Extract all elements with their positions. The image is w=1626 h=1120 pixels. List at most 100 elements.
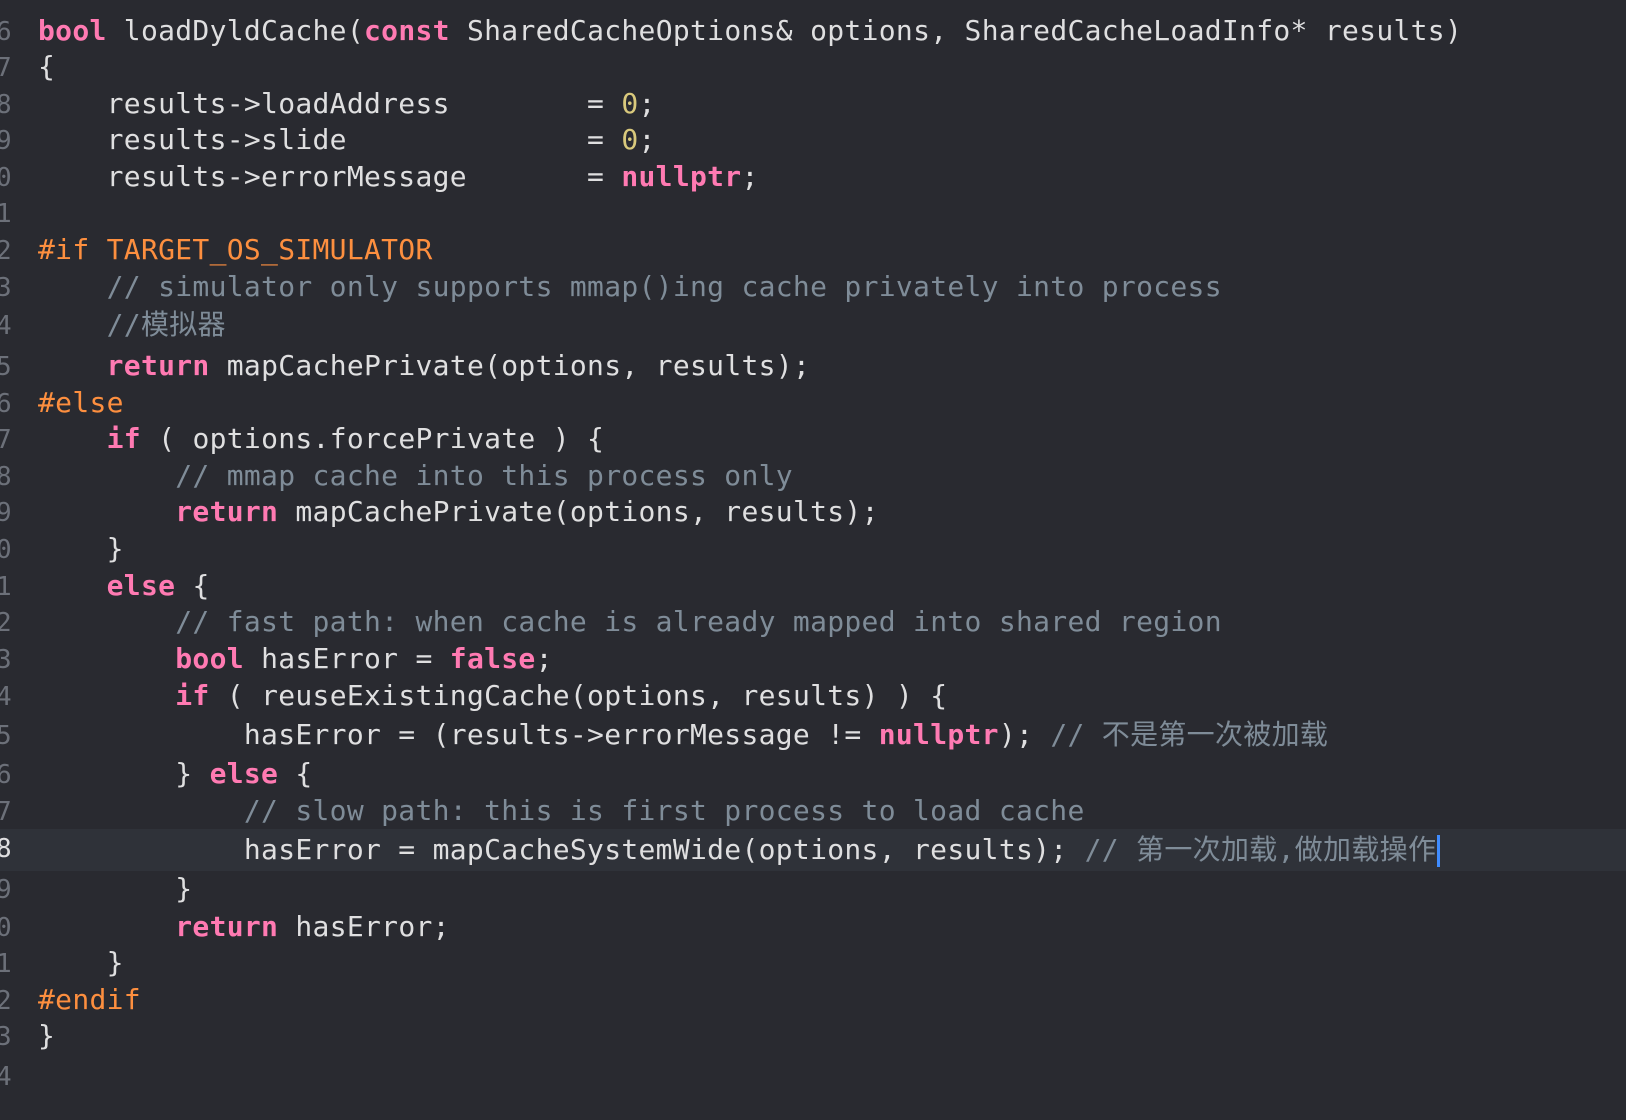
code-line[interactable]: 8 results->loadAddress = 0;	[0, 85, 1626, 123]
keyword-token: if	[106, 422, 141, 455]
keyword-token: false	[449, 642, 536, 675]
code-text: bool hasError = false;	[38, 640, 553, 678]
code-line[interactable]: 7 // slow path: this is first process to…	[0, 792, 1626, 830]
code-token: results->errorMessage =	[38, 160, 622, 193]
code-line[interactable]: 0 }	[0, 530, 1626, 568]
code-line[interactable]: 4	[0, 1057, 1626, 1095]
code-line[interactable]: 1 else {	[0, 567, 1626, 605]
code-line[interactable]: 7{	[0, 48, 1626, 86]
code-text: }	[38, 944, 124, 982]
code-line[interactable]: 2 #endif	[0, 981, 1626, 1019]
code-line[interactable]: 3 // simulator only supports mmap()ing c…	[0, 268, 1626, 306]
code-text: return mapCachePrivate(options, results)…	[38, 347, 810, 385]
line-number: 9	[0, 498, 12, 528]
code-text: #if TARGET_OS_SIMULATOR	[38, 231, 433, 269]
code-token: ;	[741, 160, 759, 193]
code-line[interactable]: 3 bool hasError = false;	[0, 640, 1626, 678]
line-number: 9	[0, 875, 12, 905]
keyword-token: nullptr	[621, 160, 742, 193]
code-line[interactable]: 2 #if TARGET_OS_SIMULATOR	[0, 231, 1626, 269]
line-number: 1	[0, 199, 12, 229]
code-text: #else	[38, 384, 124, 422]
code-line[interactable]: 4 //模拟器	[0, 306, 1626, 344]
preprocessor-token: #else	[38, 386, 124, 419]
code-token: loadDyldCache(	[106, 14, 365, 47]
code-text: return hasError;	[38, 908, 450, 946]
code-token: {	[38, 50, 56, 83]
code-text: if ( options.forcePrivate ) {	[38, 420, 604, 458]
code-token: {	[278, 757, 313, 790]
code-line[interactable]: 1	[0, 194, 1626, 232]
code-text: hasError = mapCacheSystemWide(options, r…	[38, 831, 1441, 869]
code-text: }	[38, 1017, 55, 1055]
code-token: ;	[638, 87, 656, 120]
code-line[interactable]: 5 return mapCachePrivate(options, result…	[0, 347, 1626, 385]
code-line[interactable]: 0 return hasError;	[0, 908, 1626, 946]
code-line[interactable]: 1 }	[0, 944, 1626, 982]
code-token: }	[38, 757, 210, 790]
line-number: 7	[0, 797, 12, 827]
comment-token: // mmap cache into this process only	[175, 459, 793, 492]
keyword-token: const	[364, 14, 450, 47]
line-number: 0	[0, 163, 12, 193]
code-token: results->slide =	[38, 123, 622, 156]
code-editor[interactable]: 6 bool loadDyldCache(const SharedCacheOpt…	[0, 0, 1626, 1120]
code-token: mapCachePrivate(options, results);	[209, 349, 811, 382]
code-line[interactable]: 9 }	[0, 870, 1626, 908]
code-line[interactable]: 9 return mapCachePrivate(options, result…	[0, 493, 1626, 531]
code-line[interactable]: 6 #else	[0, 384, 1626, 422]
code-token: mapCachePrivate(options, results);	[278, 495, 879, 528]
code-text: // simulator only supports mmap()ing cac…	[38, 268, 1222, 306]
line-number: 1	[0, 572, 12, 602]
line-number: 5	[0, 352, 12, 382]
line-number: 4	[0, 311, 12, 341]
keyword-token: bool	[38, 14, 107, 47]
comment-token: // slow path: this is first process to l…	[243, 794, 1085, 827]
keyword-token: return	[175, 495, 279, 528]
comment-token: //模拟器	[106, 308, 226, 341]
code-line[interactable]: 2 // fast path: when cache is already ma…	[0, 603, 1626, 641]
code-text: bool loadDyldCache(const SharedCacheOpti…	[38, 12, 1462, 50]
code-token: }	[38, 1019, 56, 1052]
code-line[interactable]: 3}	[0, 1017, 1626, 1055]
code-line[interactable]: 4 if ( reuseExistingCache(options, resul…	[0, 677, 1626, 715]
code-line[interactable]: 8 // mmap cache into this process only	[0, 457, 1626, 495]
comment-token: // 不是第一次被加载	[1050, 718, 1329, 751]
comment-token: // simulator only supports mmap()ing cac…	[106, 270, 1222, 303]
keyword-token: else	[209, 757, 279, 790]
code-text: hasError = (results->errorMessage != nul…	[38, 716, 1328, 754]
code-token: ;	[535, 642, 553, 675]
code-token: }	[38, 946, 124, 979]
code-line[interactable]: 6 bool loadDyldCache(const SharedCacheOpt…	[0, 12, 1626, 50]
code-token: }	[38, 872, 193, 905]
code-line-current[interactable]: 8 hasError = mapCacheSystemWide(options,…	[0, 829, 1626, 871]
line-number: 4	[0, 682, 12, 712]
line-number: 8	[0, 90, 12, 120]
code-text: results->loadAddress = 0;	[38, 85, 656, 123]
code-line[interactable]: 6 } else {	[0, 755, 1626, 793]
code-line[interactable]: 7 if ( options.forcePrivate ) {	[0, 420, 1626, 458]
keyword-token: nullptr	[878, 718, 999, 751]
code-line[interactable]: 5 hasError = (results->errorMessage != n…	[0, 716, 1626, 754]
line-number: 6	[0, 760, 12, 790]
code-text: {	[38, 48, 55, 86]
code-token: ( options.forcePrivate ) {	[140, 422, 605, 455]
keyword-token: return	[175, 910, 279, 943]
code-text: results->slide = 0;	[38, 121, 656, 159]
line-number: 6	[0, 389, 12, 419]
code-line[interactable]: 0 results->errorMessage = nullptr;	[0, 158, 1626, 196]
number-token: 0	[621, 123, 639, 156]
line-number: 6	[0, 17, 12, 47]
line-number: 3	[0, 1022, 12, 1052]
code-line[interactable]: 9 results->slide = 0;	[0, 121, 1626, 159]
line-number: 1	[0, 949, 12, 979]
code-text: }	[38, 530, 124, 568]
